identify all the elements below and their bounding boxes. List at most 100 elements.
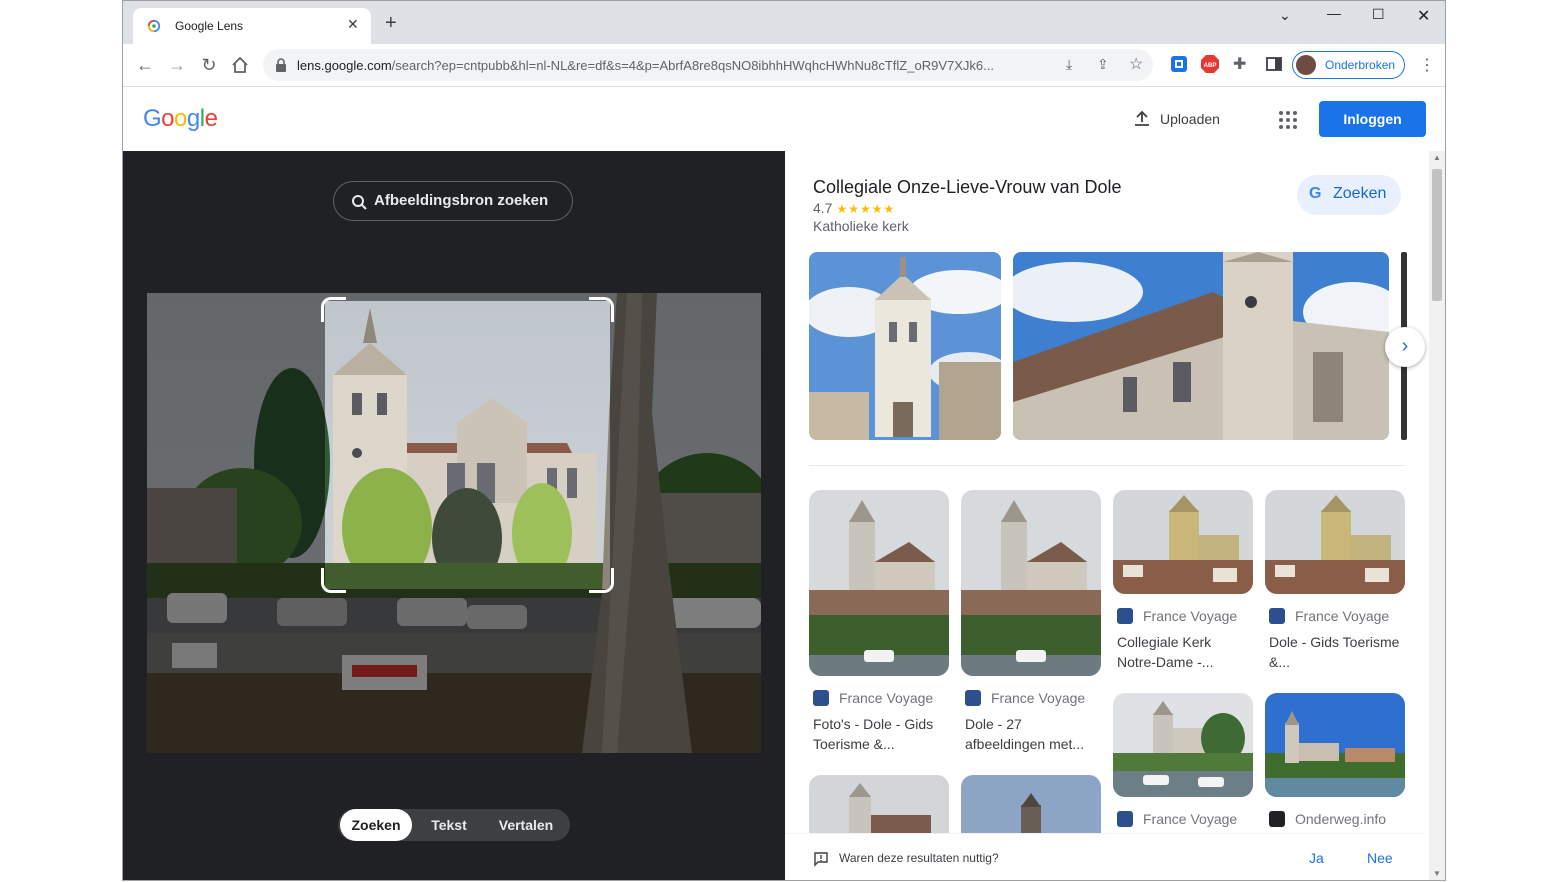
scrollbar-thumb[interactable] xyxy=(1432,169,1442,301)
browser-toolbar: ← → ↻ lens.google.com/search?ep=cntpubb&… xyxy=(123,44,1445,87)
side-panel-icon[interactable] xyxy=(1265,55,1283,73)
entity-search-label: Zoeken xyxy=(1333,185,1387,202)
result-thumb-4 xyxy=(1265,490,1405,594)
tab-strip: Google Lens ✕ + ⌄ — ☐ ✕ xyxy=(123,1,1445,44)
profile-label: Onderbroken xyxy=(1325,58,1396,72)
result-card-2[interactable] xyxy=(961,490,1101,676)
crop-handle-bottom-right[interactable] xyxy=(589,568,614,593)
forward-arrow-icon[interactable]: → xyxy=(166,54,188,76)
upload-icon xyxy=(1135,110,1149,126)
result-thumb-5 xyxy=(1113,693,1253,797)
google-header: Google Uploaden Inloggen xyxy=(123,87,1445,151)
find-image-source-label: Afbeeldingsbron zoeken xyxy=(374,192,549,209)
lens-image-panel: Afbeeldingsbron zoeken Zoeken Tekst Vert… xyxy=(123,151,785,880)
entity-rating: 4.7 ★★★★★ xyxy=(813,200,895,216)
address-bar[interactable]: lens.google.com/search?ep=cntpubb&hl=nl-… xyxy=(263,49,1153,81)
crop-handle-top-right[interactable] xyxy=(589,297,614,322)
rating-value: 4.7 xyxy=(813,200,833,216)
feedback-icon xyxy=(814,852,828,867)
find-image-source-button[interactable]: Afbeeldingsbron zoeken xyxy=(333,181,573,221)
result-card-1[interactable] xyxy=(809,490,949,676)
result-title-3[interactable]: Collegiale Kerk Notre-Dame -... xyxy=(1117,632,1253,672)
entity-type: Katholieke kerk xyxy=(813,218,909,234)
onderweg-info-icon xyxy=(1269,811,1285,827)
extensions-puzzle-icon[interactable]: ✚ xyxy=(1233,54,1251,73)
rating-stars-icon: ★★★★★ xyxy=(836,202,896,216)
crop-selection[interactable] xyxy=(321,297,614,593)
query-photo[interactable] xyxy=(147,293,761,753)
crop-handle-bottom-left[interactable] xyxy=(321,568,346,593)
result-card-4[interactable] xyxy=(1265,490,1405,594)
result-card-6[interactable] xyxy=(1265,693,1405,797)
result-card-8[interactable] xyxy=(961,775,1101,835)
result-thumb-3 xyxy=(1113,490,1253,594)
upload-label: Uploaden xyxy=(1160,111,1220,127)
bookmark-star-icon[interactable]: ☆ xyxy=(1129,54,1143,74)
tab-close-icon[interactable]: ✕ xyxy=(347,16,359,33)
entity-search-button[interactable]: G Zoeken xyxy=(1297,175,1401,215)
reload-icon[interactable]: ↻ xyxy=(198,54,220,76)
share-icon[interactable]: ⇪ xyxy=(1097,56,1109,73)
tab-title: Google Lens xyxy=(175,19,244,33)
france-voyage-icon xyxy=(1117,811,1133,827)
result-thumb-8 xyxy=(961,775,1101,835)
france-voyage-icon xyxy=(965,690,981,706)
result-card-5[interactable] xyxy=(1113,693,1253,797)
adblock-plus-icon[interactable]: ABP xyxy=(1201,55,1219,73)
result-title-2[interactable]: Dole - 27 afbeeldingen met... xyxy=(965,714,1101,754)
result-thumb-7 xyxy=(809,775,949,835)
result-thumb-6 xyxy=(1265,693,1405,797)
results-scrollbar[interactable]: ▲ ▼ xyxy=(1429,151,1445,880)
result-thumb-2 xyxy=(961,490,1101,676)
france-voyage-icon xyxy=(1269,608,1285,624)
feedback-no-button[interactable]: Nee xyxy=(1367,850,1393,866)
browser-window: Google Lens ✕ + ⌄ — ☐ ✕ ← → ↻ lens.googl… xyxy=(122,0,1446,881)
results-panel: Collegiale Onze-Lieve-Vrouw van Dole 4.7… xyxy=(785,151,1445,880)
result-title-4[interactable]: Dole - Gids Toerisme &... xyxy=(1269,632,1405,672)
scroll-up-arrow-icon[interactable]: ▲ xyxy=(1433,153,1441,162)
image-search-icon xyxy=(352,195,367,210)
tab-tekst[interactable]: Tekst xyxy=(418,809,480,841)
url-text[interactable]: lens.google.com/search?ep=cntpubb&hl=nl-… xyxy=(297,58,1057,73)
feedback-bar: Waren deze resultaten nuttig? Ja Nee xyxy=(785,833,1423,880)
google-lens-favicon-icon xyxy=(147,19,161,33)
church-wide-photo xyxy=(1013,252,1389,440)
upload-button[interactable]: Uploaden xyxy=(1133,109,1220,130)
back-arrow-icon[interactable]: ← xyxy=(134,54,156,76)
google-logo[interactable]: Google xyxy=(143,105,218,133)
new-tab-icon[interactable]: + xyxy=(385,13,397,33)
result-card-3[interactable] xyxy=(1113,490,1253,594)
tab-search-chevron-icon[interactable]: ⌄ xyxy=(1279,7,1291,24)
result-card-7[interactable] xyxy=(809,775,949,835)
tab-vertalen[interactable]: Vertalen xyxy=(484,809,568,841)
install-icon[interactable]: ⤓ xyxy=(1066,56,1072,73)
svg-text:ABP: ABP xyxy=(1204,63,1217,69)
result-title-1[interactable]: Foto's - Dole - Gids Toerisme &... xyxy=(813,714,949,754)
result-thumb-1 xyxy=(809,490,949,676)
feedback-yes-button[interactable]: Ja xyxy=(1309,850,1324,866)
france-voyage-icon xyxy=(813,690,829,706)
window-close-icon[interactable]: ✕ xyxy=(1417,6,1430,26)
feedback-question: Waren deze resultaten nuttig? xyxy=(839,851,999,865)
scroll-down-arrow-icon[interactable]: ▼ xyxy=(1433,869,1441,878)
france-voyage-icon xyxy=(1117,608,1133,624)
extension-blue-icon[interactable] xyxy=(1170,55,1188,73)
section-divider xyxy=(809,465,1405,466)
tab-google-lens[interactable]: Google Lens ✕ xyxy=(133,8,371,44)
entity-title[interactable]: Collegiale Onze-Lieve-Vrouw van Dole xyxy=(813,177,1122,198)
carousel-next-chevron-icon[interactable]: › xyxy=(1385,327,1425,367)
google-apps-icon[interactable] xyxy=(1279,111,1297,129)
signin-button[interactable]: Inloggen xyxy=(1319,101,1426,137)
home-icon[interactable] xyxy=(231,56,249,74)
lens-mode-switcher: Zoeken Tekst Vertalen xyxy=(338,809,570,841)
entity-image-1[interactable] xyxy=(809,252,1001,440)
entity-image-2[interactable] xyxy=(1013,252,1389,440)
tower-photo xyxy=(809,252,1001,440)
minimize-icon[interactable]: — xyxy=(1327,5,1341,21)
browser-menu-icon[interactable]: ⋮ xyxy=(1419,55,1435,75)
crop-handle-top-left[interactable] xyxy=(321,297,346,322)
tab-zoeken[interactable]: Zoeken xyxy=(340,809,412,841)
profile-button[interactable]: Onderbroken xyxy=(1292,51,1405,79)
google-g-icon: G xyxy=(1309,185,1322,202)
maximize-icon[interactable]: ☐ xyxy=(1372,6,1385,23)
